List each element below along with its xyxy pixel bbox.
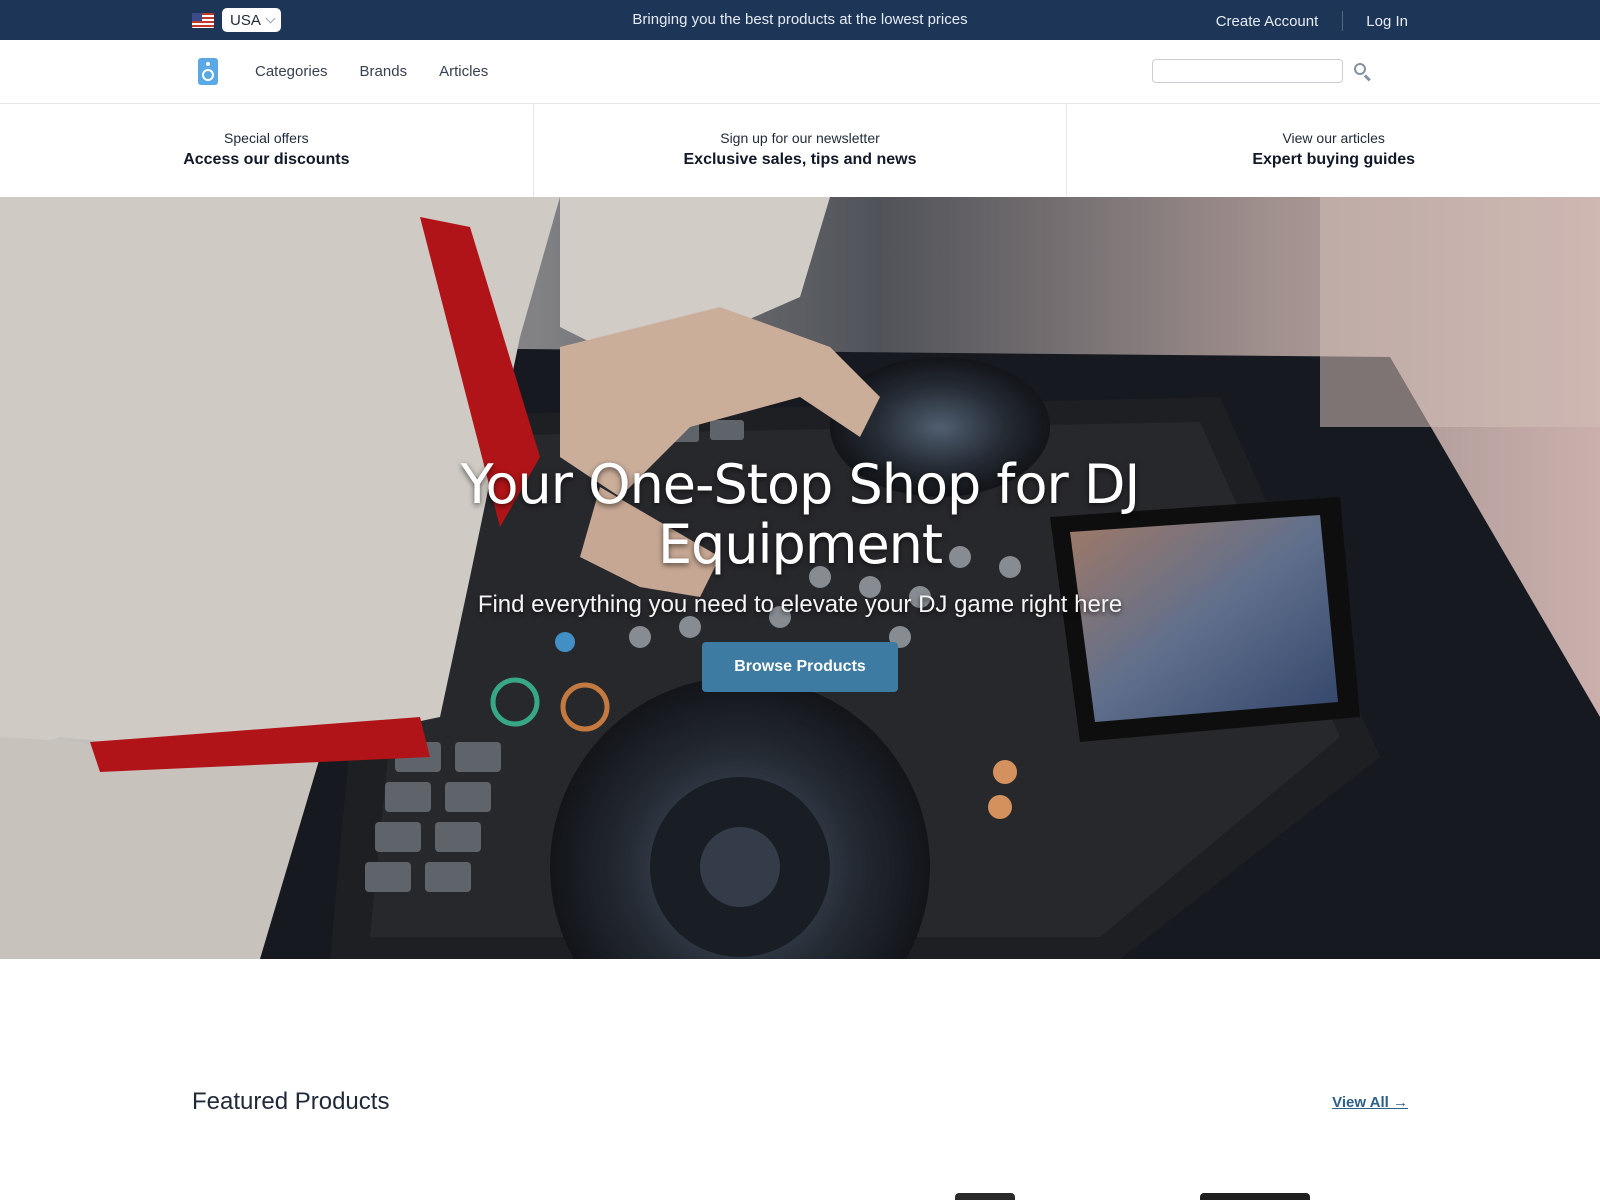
country-label: USA: [230, 11, 261, 29]
log-in-link[interactable]: Log In: [1366, 13, 1408, 30]
promo-headline: Exclusive sales, tips and news: [683, 151, 917, 168]
promo-headline: Access our discounts: [183, 151, 350, 168]
account-links: Create Account Log In: [1216, 11, 1408, 31]
create-account-link[interactable]: Create Account: [1216, 13, 1319, 30]
search-input[interactable]: [1152, 59, 1343, 83]
nav-link-categories[interactable]: Categories: [255, 63, 328, 80]
promo-newsletter[interactable]: Sign up for our newsletter Exclusive sal…: [534, 105, 1068, 197]
nav-link-brands[interactable]: Brands: [360, 63, 408, 80]
promo-special-offers[interactable]: Special offers Access our discounts: [0, 105, 534, 197]
promo-headline: Expert buying guides: [1252, 151, 1416, 168]
browse-products-button[interactable]: Browse Products: [702, 642, 898, 692]
main-nav: Categories Brands Articles: [0, 40, 1600, 104]
promo-caption: Special offers: [224, 130, 309, 146]
hero-banner: Your One-Stop Shop for DJ Equipment Find…: [0, 197, 1600, 959]
product-image-peek: [1200, 1193, 1310, 1200]
tagline: Bringing you the best products at the lo…: [632, 11, 968, 28]
chevron-down-icon: [265, 13, 276, 23]
hero-subtitle: Find everything you need to elevate your…: [477, 591, 1123, 618]
country-selector[interactable]: USA: [192, 8, 281, 32]
promo-caption: Sign up for our newsletter: [720, 130, 880, 146]
nav-link-articles[interactable]: Articles: [439, 63, 488, 80]
hero-title: Your One-Stop Shop for DJ Equipment: [460, 453, 1141, 576]
nav-links: Categories Brands Articles: [255, 63, 488, 80]
us-flag-icon: [192, 12, 214, 28]
promo-caption: View our articles: [1282, 130, 1385, 146]
featured-products-heading: Featured Products: [192, 1088, 390, 1115]
search-icon[interactable]: [1353, 62, 1373, 82]
divider: [1342, 11, 1344, 31]
view-all-link[interactable]: View All →: [1332, 1094, 1408, 1111]
promo-strip: Special offers Access our discounts Sign…: [0, 105, 1600, 197]
country-dropdown[interactable]: USA: [222, 8, 281, 32]
product-image-peek: [955, 1193, 1015, 1200]
promo-articles[interactable]: View our articles Expert buying guides: [1067, 105, 1600, 197]
speaker-logo-icon[interactable]: [198, 58, 218, 85]
top-bar: USA Bringing you the best products at th…: [0, 0, 1600, 40]
